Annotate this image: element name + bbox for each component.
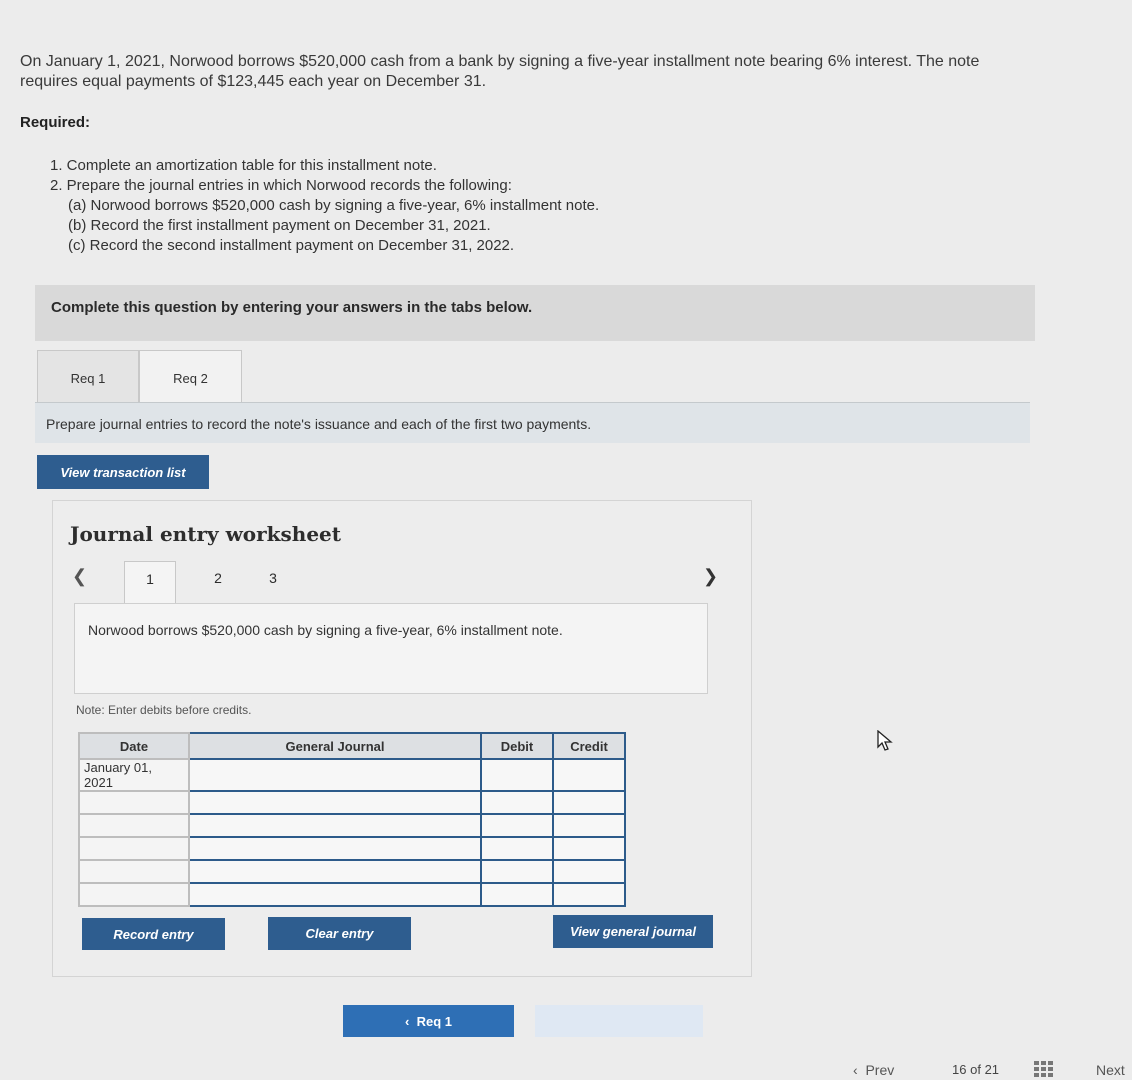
- chevron-left-icon: ‹: [405, 1013, 417, 1029]
- prepare-instruction-text: Prepare journal entries to record the no…: [46, 416, 592, 432]
- total-questions: 21: [984, 1062, 1000, 1077]
- table-row: [78, 790, 626, 815]
- of-label: of: [970, 1062, 981, 1077]
- chevron-right-icon[interactable]: ❯: [703, 566, 718, 587]
- mouse-cursor-icon: [877, 730, 893, 751]
- date-cell: January 01, 2021: [78, 758, 190, 792]
- column-header-credit: Credit: [552, 732, 626, 760]
- view-general-journal-button[interactable]: View general journal: [553, 915, 713, 948]
- requirements-list: 1. Complete an amortization table for th…: [50, 156, 599, 256]
- tab-req-1[interactable]: Req 1: [37, 350, 139, 403]
- req-next-disabled-button: [535, 1005, 703, 1037]
- req-1-nav-button[interactable]: ‹ Req 1: [343, 1005, 514, 1037]
- column-header-general-journal: General Journal: [188, 732, 482, 760]
- account-input[interactable]: [188, 758, 482, 792]
- date-cell: [78, 813, 190, 838]
- view-transaction-list-button[interactable]: View transaction list: [37, 455, 209, 489]
- current-question: 16: [952, 1062, 967, 1077]
- debit-input[interactable]: [480, 836, 554, 861]
- problem-statement: On January 1, 2021, Norwood borrows $520…: [20, 53, 980, 90]
- worksheet-page-1[interactable]: 1: [124, 561, 176, 605]
- worksheet-page-1-label: 1: [146, 571, 154, 587]
- transaction-description: Norwood borrows $520,000 cash by signing…: [88, 622, 563, 638]
- question-counter: 16 of 21: [952, 1062, 999, 1077]
- column-header-debit: Debit: [480, 732, 554, 760]
- credit-input[interactable]: [552, 813, 626, 838]
- journal-entry-table: Date General Journal Debit Credit Januar…: [78, 732, 626, 907]
- table-row: [78, 882, 626, 907]
- worksheet-page-2-label: 2: [214, 570, 222, 586]
- debit-input[interactable]: [480, 859, 554, 884]
- date-cell: [78, 882, 190, 907]
- date-cell: [78, 859, 190, 884]
- worksheet-page-3-label: 3: [269, 570, 277, 586]
- prev-label: Prev: [865, 1062, 895, 1078]
- worksheet-page-2[interactable]: 2: [193, 561, 243, 603]
- tab-req-2[interactable]: Req 2: [139, 350, 242, 404]
- account-input[interactable]: [188, 859, 482, 884]
- tab-req-2-label: Req 2: [173, 371, 208, 386]
- grid-icon[interactable]: [1034, 1061, 1054, 1077]
- prepare-instruction-bar: Prepare journal entries to record the no…: [35, 402, 1030, 443]
- chevron-left-icon: ‹: [853, 1062, 866, 1078]
- record-entry-button[interactable]: Record entry: [82, 918, 225, 950]
- prev-button[interactable]: ‹ Prev: [853, 1062, 894, 1078]
- required-label: Required:: [20, 114, 91, 131]
- debit-input[interactable]: [480, 813, 554, 838]
- instruction-bar: Complete this question by entering your …: [35, 285, 1035, 341]
- date-cell: [78, 836, 190, 861]
- table-row: [78, 859, 626, 884]
- debit-input[interactable]: [480, 758, 554, 792]
- chevron-left-icon[interactable]: ❮: [72, 566, 87, 587]
- worksheet-title: Journal entry worksheet: [70, 522, 342, 546]
- table-row: January 01, 2021: [78, 758, 626, 792]
- debit-input[interactable]: [480, 790, 554, 815]
- debit-input[interactable]: [480, 882, 554, 907]
- worksheet-page-3[interactable]: 3: [248, 561, 298, 603]
- date-cell: [78, 790, 190, 815]
- account-input[interactable]: [188, 882, 482, 907]
- credit-input[interactable]: [552, 859, 626, 884]
- requirement-2a: (a) Norwood borrows $520,000 cash by sig…: [68, 197, 600, 214]
- requirement-2c: (c) Record the second installment paymen…: [68, 237, 515, 254]
- transaction-description-box: Norwood borrows $520,000 cash by signing…: [74, 603, 708, 694]
- credit-input[interactable]: [552, 882, 626, 907]
- account-input[interactable]: [188, 813, 482, 838]
- table-row: [78, 836, 626, 861]
- table-row: [78, 813, 626, 838]
- requirement-1: 1. Complete an amortization table for th…: [50, 157, 437, 174]
- requirement-2b: (b) Record the first installment payment…: [68, 217, 491, 234]
- credit-input[interactable]: [552, 836, 626, 861]
- column-header-date: Date: [78, 732, 190, 760]
- account-input[interactable]: [188, 836, 482, 861]
- debit-credit-note: Note: Enter debits before credits.: [76, 703, 252, 717]
- account-input[interactable]: [188, 790, 482, 815]
- clear-entry-button[interactable]: Clear entry: [268, 917, 411, 950]
- table-header-row: Date General Journal Debit Credit: [78, 732, 626, 760]
- tab-req-1-label: Req 1: [70, 371, 106, 386]
- credit-input[interactable]: [552, 758, 626, 792]
- next-button[interactable]: Next: [1096, 1062, 1125, 1078]
- instruction-text: Complete this question by entering your …: [51, 299, 533, 316]
- requirement-2: 2. Prepare the journal entries in which …: [50, 177, 512, 194]
- req-1-nav-label: Req 1: [416, 1013, 452, 1029]
- credit-input[interactable]: [552, 790, 626, 815]
